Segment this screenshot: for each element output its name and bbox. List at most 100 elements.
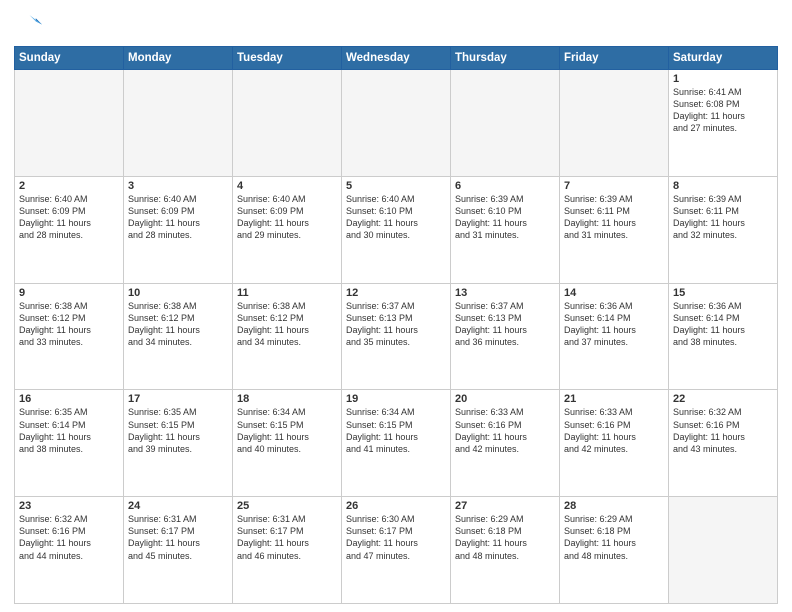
day-info: Sunrise: 6:32 AMSunset: 6:16 PMDaylight:… — [19, 513, 119, 562]
day-cell: 21Sunrise: 6:33 AMSunset: 6:16 PMDayligh… — [560, 390, 669, 497]
day-number: 27 — [455, 500, 555, 512]
logo — [14, 12, 46, 40]
day-cell: 25Sunrise: 6:31 AMSunset: 6:17 PMDayligh… — [233, 497, 342, 604]
day-number: 21 — [564, 393, 664, 405]
day-number: 8 — [673, 180, 773, 192]
day-number: 13 — [455, 287, 555, 299]
day-info: Sunrise: 6:29 AMSunset: 6:18 PMDaylight:… — [455, 513, 555, 562]
day-cell: 17Sunrise: 6:35 AMSunset: 6:15 PMDayligh… — [124, 390, 233, 497]
day-info: Sunrise: 6:40 AMSunset: 6:10 PMDaylight:… — [346, 193, 446, 242]
day-info: Sunrise: 6:37 AMSunset: 6:13 PMDaylight:… — [346, 300, 446, 349]
day-cell — [560, 70, 669, 177]
day-cell — [15, 70, 124, 177]
day-number: 26 — [346, 500, 446, 512]
day-info: Sunrise: 6:40 AMSunset: 6:09 PMDaylight:… — [128, 193, 228, 242]
day-cell: 5Sunrise: 6:40 AMSunset: 6:10 PMDaylight… — [342, 176, 451, 283]
day-info: Sunrise: 6:33 AMSunset: 6:16 PMDaylight:… — [455, 406, 555, 455]
day-info: Sunrise: 6:29 AMSunset: 6:18 PMDaylight:… — [564, 513, 664, 562]
weekday-saturday: Saturday — [669, 47, 778, 70]
weekday-tuesday: Tuesday — [233, 47, 342, 70]
day-info: Sunrise: 6:37 AMSunset: 6:13 PMDaylight:… — [455, 300, 555, 349]
day-number: 23 — [19, 500, 119, 512]
week-row-3: 16Sunrise: 6:35 AMSunset: 6:14 PMDayligh… — [15, 390, 778, 497]
day-cell: 11Sunrise: 6:38 AMSunset: 6:12 PMDayligh… — [233, 283, 342, 390]
day-cell: 2Sunrise: 6:40 AMSunset: 6:09 PMDaylight… — [15, 176, 124, 283]
day-number: 16 — [19, 393, 119, 405]
weekday-wednesday: Wednesday — [342, 47, 451, 70]
page: SundayMondayTuesdayWednesdayThursdayFrid… — [0, 0, 792, 612]
day-info: Sunrise: 6:30 AMSunset: 6:17 PMDaylight:… — [346, 513, 446, 562]
day-cell: 27Sunrise: 6:29 AMSunset: 6:18 PMDayligh… — [451, 497, 560, 604]
day-number: 14 — [564, 287, 664, 299]
day-info: Sunrise: 6:35 AMSunset: 6:14 PMDaylight:… — [19, 406, 119, 455]
weekday-monday: Monday — [124, 47, 233, 70]
day-cell — [233, 70, 342, 177]
day-number: 24 — [128, 500, 228, 512]
day-cell: 1Sunrise: 6:41 AMSunset: 6:08 PMDaylight… — [669, 70, 778, 177]
day-info: Sunrise: 6:34 AMSunset: 6:15 PMDaylight:… — [346, 406, 446, 455]
day-number: 19 — [346, 393, 446, 405]
calendar-table: SundayMondayTuesdayWednesdayThursdayFrid… — [14, 46, 778, 604]
weekday-header-row: SundayMondayTuesdayWednesdayThursdayFrid… — [15, 47, 778, 70]
day-cell: 23Sunrise: 6:32 AMSunset: 6:16 PMDayligh… — [15, 497, 124, 604]
week-row-2: 9Sunrise: 6:38 AMSunset: 6:12 PMDaylight… — [15, 283, 778, 390]
day-info: Sunrise: 6:41 AMSunset: 6:08 PMDaylight:… — [673, 86, 773, 135]
day-cell: 7Sunrise: 6:39 AMSunset: 6:11 PMDaylight… — [560, 176, 669, 283]
day-info: Sunrise: 6:31 AMSunset: 6:17 PMDaylight:… — [237, 513, 337, 562]
day-cell: 16Sunrise: 6:35 AMSunset: 6:14 PMDayligh… — [15, 390, 124, 497]
day-cell: 9Sunrise: 6:38 AMSunset: 6:12 PMDaylight… — [15, 283, 124, 390]
day-cell: 19Sunrise: 6:34 AMSunset: 6:15 PMDayligh… — [342, 390, 451, 497]
day-number: 10 — [128, 287, 228, 299]
day-number: 9 — [19, 287, 119, 299]
day-number: 18 — [237, 393, 337, 405]
day-number: 20 — [455, 393, 555, 405]
day-cell: 3Sunrise: 6:40 AMSunset: 6:09 PMDaylight… — [124, 176, 233, 283]
day-number: 7 — [564, 180, 664, 192]
day-number: 22 — [673, 393, 773, 405]
day-cell — [342, 70, 451, 177]
day-number: 1 — [673, 73, 773, 85]
week-row-1: 2Sunrise: 6:40 AMSunset: 6:09 PMDaylight… — [15, 176, 778, 283]
day-cell — [451, 70, 560, 177]
day-info: Sunrise: 6:36 AMSunset: 6:14 PMDaylight:… — [673, 300, 773, 349]
day-info: Sunrise: 6:39 AMSunset: 6:11 PMDaylight:… — [564, 193, 664, 242]
day-number: 6 — [455, 180, 555, 192]
day-cell: 26Sunrise: 6:30 AMSunset: 6:17 PMDayligh… — [342, 497, 451, 604]
day-cell: 24Sunrise: 6:31 AMSunset: 6:17 PMDayligh… — [124, 497, 233, 604]
week-row-4: 23Sunrise: 6:32 AMSunset: 6:16 PMDayligh… — [15, 497, 778, 604]
day-cell: 14Sunrise: 6:36 AMSunset: 6:14 PMDayligh… — [560, 283, 669, 390]
day-info: Sunrise: 6:31 AMSunset: 6:17 PMDaylight:… — [128, 513, 228, 562]
day-info: Sunrise: 6:33 AMSunset: 6:16 PMDaylight:… — [564, 406, 664, 455]
day-info: Sunrise: 6:38 AMSunset: 6:12 PMDaylight:… — [19, 300, 119, 349]
day-info: Sunrise: 6:35 AMSunset: 6:15 PMDaylight:… — [128, 406, 228, 455]
day-number: 28 — [564, 500, 664, 512]
day-cell: 8Sunrise: 6:39 AMSunset: 6:11 PMDaylight… — [669, 176, 778, 283]
day-cell: 28Sunrise: 6:29 AMSunset: 6:18 PMDayligh… — [560, 497, 669, 604]
day-info: Sunrise: 6:39 AMSunset: 6:11 PMDaylight:… — [673, 193, 773, 242]
day-number: 17 — [128, 393, 228, 405]
weekday-friday: Friday — [560, 47, 669, 70]
day-cell: 20Sunrise: 6:33 AMSunset: 6:16 PMDayligh… — [451, 390, 560, 497]
day-cell: 22Sunrise: 6:32 AMSunset: 6:16 PMDayligh… — [669, 390, 778, 497]
day-info: Sunrise: 6:38 AMSunset: 6:12 PMDaylight:… — [128, 300, 228, 349]
day-number: 12 — [346, 287, 446, 299]
day-number: 15 — [673, 287, 773, 299]
day-info: Sunrise: 6:32 AMSunset: 6:16 PMDaylight:… — [673, 406, 773, 455]
day-number: 4 — [237, 180, 337, 192]
day-cell: 18Sunrise: 6:34 AMSunset: 6:15 PMDayligh… — [233, 390, 342, 497]
day-info: Sunrise: 6:36 AMSunset: 6:14 PMDaylight:… — [564, 300, 664, 349]
day-cell: 10Sunrise: 6:38 AMSunset: 6:12 PMDayligh… — [124, 283, 233, 390]
header — [14, 12, 778, 40]
day-number: 11 — [237, 287, 337, 299]
weekday-thursday: Thursday — [451, 47, 560, 70]
weekday-sunday: Sunday — [15, 47, 124, 70]
day-info: Sunrise: 6:40 AMSunset: 6:09 PMDaylight:… — [19, 193, 119, 242]
day-cell: 6Sunrise: 6:39 AMSunset: 6:10 PMDaylight… — [451, 176, 560, 283]
day-cell: 4Sunrise: 6:40 AMSunset: 6:09 PMDaylight… — [233, 176, 342, 283]
logo-icon — [14, 12, 42, 40]
day-cell: 12Sunrise: 6:37 AMSunset: 6:13 PMDayligh… — [342, 283, 451, 390]
day-info: Sunrise: 6:34 AMSunset: 6:15 PMDaylight:… — [237, 406, 337, 455]
day-cell: 15Sunrise: 6:36 AMSunset: 6:14 PMDayligh… — [669, 283, 778, 390]
day-number: 5 — [346, 180, 446, 192]
day-number: 2 — [19, 180, 119, 192]
